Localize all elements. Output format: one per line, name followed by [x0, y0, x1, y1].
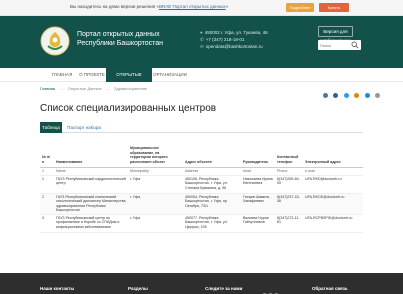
portal-title[interactable]: Портал открытых данных Республики Башкор… — [77, 30, 197, 48]
phone-icon: ✆ — [200, 37, 204, 42]
demo-notice-end: » — [225, 4, 229, 9]
table-cell: UFA.RKOD@doctorrb.ru — [303, 193, 363, 215]
footer-sections-heading: Разделы — [128, 286, 148, 291]
table-cell: 2 — [40, 193, 54, 215]
table-row: 2 ГАУЗ Республиканский клинический онкол… — [40, 193, 363, 215]
table-cell: Николаева Ирина Евгеньевна — [241, 175, 275, 194]
contact-email: ✉ opendata@bashkortostan.ru — [200, 44, 263, 50]
breadcrumb: Главная → Открытые Данные → Здравоохране… — [40, 86, 150, 91]
table-cell: ГАУЗ Республиканский клинический онколог… — [54, 193, 128, 215]
nav-item-organizations[interactable]: ОРГАНИЗАЦИИ — [152, 68, 188, 82]
footer-follow-heading: Следите за нами — [205, 286, 243, 291]
nav-item-about[interactable]: О ПРОЕКТЕ — [78, 68, 106, 82]
site-footer: Наши контакты Разделы Следите за нами Об… — [0, 273, 403, 294]
breadcrumb-home[interactable]: Главная — [40, 86, 55, 91]
table-cell: 3 — [40, 214, 54, 233]
table-cell: г. Уфа — [128, 214, 183, 233]
tab-dataset-passport[interactable]: Паспорт набора — [64, 122, 104, 133]
table-cell: Ганцев Шамиль Ханафиевич — [241, 193, 275, 215]
location-pin-icon: ● — [200, 30, 203, 35]
search-input[interactable] — [320, 41, 348, 49]
demo-bar: Вы находитесь на демо версии решения «BR… — [0, 0, 403, 19]
field-codes-row: 1 Name Municipality Address head Phone e… — [40, 167, 363, 176]
table-cell: UFA.RCPBSPID@doctorrb.ru — [303, 214, 363, 233]
share-more-icon[interactable] — [375, 93, 381, 98]
demo-notice: Вы находитесь на демо версии решения «BR… — [70, 4, 228, 9]
phone-text: +7 (347) 218-18-01 — [205, 37, 245, 42]
search-icon[interactable] — [351, 41, 359, 49]
demo-notice-text: Вы находитесь на демо версии решения « — [70, 4, 159, 9]
table-cell: 450077, Республика Башкортостан, г. Уфа,… — [183, 214, 241, 233]
breadcrumb-current: Здравоохранение — [114, 86, 148, 91]
share-buttons — [323, 85, 381, 98]
table-cell: ГБУЗ Республиканский кардиологический це… — [54, 175, 128, 194]
table-cell: ГБУЗ Республиканский центр по профилакти… — [54, 214, 128, 233]
table-cell: 8(347)255-60-00 — [275, 175, 303, 194]
main-nav: ГЛАВНАЯ О ПРОЕКТЕ ОТКРЫТЫЕ ДАННЫЕ ОРГАНИ… — [0, 68, 403, 91]
republic-emblem-logo[interactable] — [40, 26, 70, 56]
nav-item-home[interactable]: ГЛАВНАЯ — [48, 68, 76, 82]
table-cell: 1 — [40, 167, 54, 176]
table-cell: head — [241, 167, 275, 176]
table-cell: г. Уфа — [128, 175, 183, 194]
table-row: 3 ГБУЗ Республиканский центр по профилак… — [40, 214, 363, 233]
column-header[interactable]: № п/п — [40, 138, 54, 168]
column-header[interactable]: Наименование — [54, 138, 128, 168]
email-icon: ✉ — [200, 44, 204, 49]
table-row: 1 ГБУЗ Республиканский кардиологический … — [40, 175, 363, 194]
table-cell: 450106, Республика Башкортостан, г. Уфа,… — [183, 175, 241, 194]
table-cell: UFA.RKD@doctorrb.ru — [303, 175, 363, 194]
contact-phone: ✆ +7 (347) 218-18-01 — [200, 37, 244, 43]
table-cell: e-mail — [303, 167, 363, 176]
odnoklassniki-icon[interactable] — [354, 93, 360, 98]
email-text[interactable]: opendata@bashkortostan.ru — [206, 44, 263, 49]
nav-item-open-data[interactable]: ОТКРЫТЫЕ ДАННЫЕ — [106, 68, 152, 91]
search-box — [318, 40, 361, 50]
table-cell: 8(347)273-11-81 — [275, 214, 303, 233]
twitter-icon[interactable] — [343, 93, 349, 98]
contact-address: ● 450002 г. Уфа, ул. Тукаева, 46 — [200, 30, 268, 35]
details-button[interactable]: Подробнее — [286, 3, 314, 12]
breadcrumb-separator: → — [59, 86, 64, 91]
breadcrumb-separator: → — [105, 86, 110, 91]
accessibility-version-button[interactable]: Версия для слабовидящих — [318, 26, 353, 43]
page-title: Список специализированных центров — [40, 103, 217, 114]
table-cell: Phone — [275, 167, 303, 176]
table-cell: Валиева Нурия Гайнулловна — [241, 214, 275, 233]
demo-solution-link[interactable]: BRAE Портал открытых данных — [159, 4, 226, 9]
column-header[interactable]: Руководитель — [241, 138, 275, 168]
footer-feedback-heading[interactable]: Обратная связь — [312, 286, 348, 291]
table-cell: 450054, Республика Башкортостан, г. Уфа,… — [183, 193, 241, 215]
table-cell: Municipality — [128, 167, 183, 176]
table-cell: 1 — [40, 175, 54, 194]
site-header: Портал открытых данных Республики Башкор… — [0, 16, 403, 68]
centers-table: № п/п Наименование Муниципальное образов… — [40, 138, 363, 233]
breadcrumb-open-data[interactable]: Открытые Данные — [67, 86, 101, 91]
table-cell: Address — [183, 167, 241, 176]
column-header[interactable]: Муниципальное образование, на территории… — [128, 138, 183, 168]
footer-contacts-heading: Наши контакты — [40, 286, 75, 291]
footer-social-icons — [262, 285, 280, 294]
vk-icon[interactable] — [323, 93, 328, 98]
tab-table[interactable]: Таблица — [40, 122, 62, 133]
facebook-icon[interactable] — [333, 93, 339, 98]
table-cell: г. Уфа — [128, 193, 183, 215]
column-header[interactable]: Электронный адрес — [303, 138, 363, 168]
table-cell: 8(347)237-43-36 — [275, 193, 303, 215]
table-header-row: № п/п Наименование Муниципальное образов… — [40, 138, 363, 168]
buy-solution-button[interactable]: Купить решение — [319, 3, 349, 19]
mail-ru-icon[interactable] — [364, 93, 370, 98]
column-header[interactable]: Адрес объекта — [183, 138, 241, 168]
address-text: 450002 г. Уфа, ул. Тукаева, 46 — [204, 30, 268, 35]
view-tabs: Таблица Паспорт набора — [40, 122, 363, 133]
column-header[interactable]: Контактный телефон — [275, 138, 303, 168]
table-cell: Name — [54, 167, 128, 176]
